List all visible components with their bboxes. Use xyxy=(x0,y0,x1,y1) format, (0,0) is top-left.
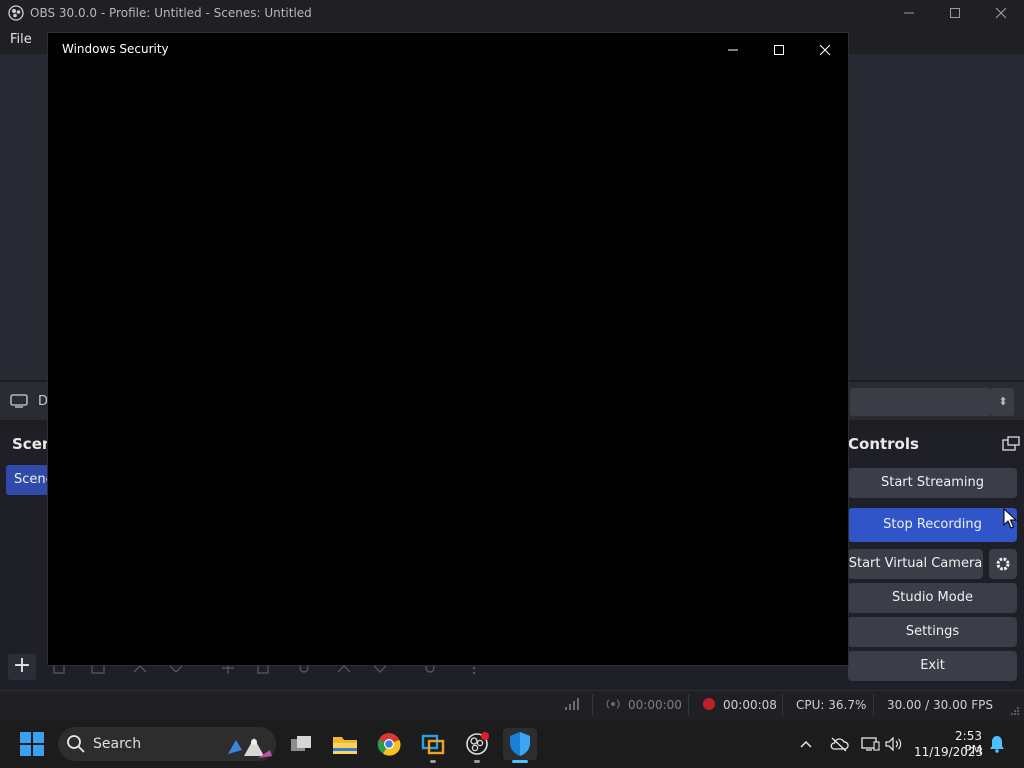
notification-button[interactable] xyxy=(986,734,1008,754)
windows-security-dialog[interactable] xyxy=(47,32,849,666)
windows-security-icon xyxy=(510,732,530,756)
search-label: Search xyxy=(93,736,142,752)
chevron-up-icon xyxy=(800,740,812,748)
dialog-title: Windows Security xyxy=(62,42,169,56)
cloud-offline-icon xyxy=(830,737,849,752)
status-separator xyxy=(782,694,783,716)
menu-file[interactable]: File xyxy=(10,32,32,47)
scene-list-item[interactable]: Scene xyxy=(6,465,50,495)
signal-strength-icon xyxy=(565,698,579,710)
display-capture-icon xyxy=(10,394,28,408)
recording-indicator-icon xyxy=(703,698,715,710)
stop-recording-button[interactable]: Stop Recording xyxy=(848,508,1017,542)
maximize-button[interactable] xyxy=(932,0,978,26)
dialog-maximize-button[interactable] xyxy=(756,36,802,64)
taskbar-file-explorer[interactable] xyxy=(328,728,362,760)
file-explorer-icon xyxy=(333,737,357,754)
bell-icon xyxy=(990,736,1004,753)
chrome-icon xyxy=(377,733,401,756)
speaker-icon xyxy=(885,736,902,752)
add-scene-button[interactable]: + xyxy=(8,654,36,680)
window-title: OBS 30.0.0 - Profile: Untitled - Scenes:… xyxy=(30,6,312,20)
virtual-camera-settings-button[interactable] xyxy=(989,549,1017,579)
desktop: OBS 30.0.0 - Profile: Untitled - Scenes:… xyxy=(0,0,1024,768)
source-property-select[interactable] xyxy=(850,388,992,416)
active-app-indicator xyxy=(512,760,528,763)
chevron-updown-icon[interactable]: ⬍ xyxy=(992,388,1014,416)
close-button[interactable] xyxy=(978,0,1024,26)
settings-button[interactable]: Settings xyxy=(848,617,1017,647)
clock-date[interactable]: 11/19/2023 xyxy=(914,745,983,759)
tray-network[interactable] xyxy=(859,734,881,754)
obs-titlebar[interactable]: OBS 30.0.0 - Profile: Untitled - Scenes:… xyxy=(0,0,1024,26)
status-separator xyxy=(592,694,593,716)
dialog-minimize-button[interactable] xyxy=(710,36,756,64)
tray-onedrive[interactable] xyxy=(828,734,850,754)
maximize-icon xyxy=(950,8,960,18)
close-icon xyxy=(995,7,1007,19)
taskbar-chrome[interactable] xyxy=(372,728,406,760)
taskbar-obs[interactable] xyxy=(460,728,494,760)
obs-icon xyxy=(466,732,489,755)
controls-dock-header: Controls xyxy=(848,435,919,453)
studio-mode-button[interactable]: Studio Mode xyxy=(848,583,1017,613)
start-streaming-button[interactable]: Start Streaming xyxy=(848,468,1017,498)
running-indicator xyxy=(430,760,436,763)
obs-logo-icon xyxy=(8,5,24,21)
taskbar-remote-app[interactable] xyxy=(416,728,450,760)
search-highlight-icon xyxy=(228,738,272,758)
taskbar-task-view[interactable] xyxy=(284,728,318,760)
resize-grip-icon[interactable] xyxy=(1010,706,1020,716)
status-separator xyxy=(873,694,874,716)
minimize-button[interactable] xyxy=(886,0,932,26)
dialog-close-button[interactable] xyxy=(802,36,848,64)
maximize-icon xyxy=(774,45,784,55)
tray-volume[interactable] xyxy=(883,734,905,754)
remote-desktop-icon xyxy=(421,734,445,755)
fps-readout: 30.00 / 30.00 FPS xyxy=(887,698,993,712)
status-bar xyxy=(0,690,1024,720)
streaming-status-icon xyxy=(606,699,620,709)
record-duration: 00:00:08 xyxy=(723,698,777,712)
status-separator xyxy=(688,694,689,716)
stream-duration: 00:00:00 xyxy=(628,698,682,712)
undock-icon[interactable] xyxy=(1002,436,1020,452)
taskbar-windows-security[interactable] xyxy=(503,728,537,760)
mouse-cursor-icon xyxy=(1003,508,1017,529)
windows-start-icon[interactable] xyxy=(18,730,46,758)
close-icon xyxy=(819,44,831,56)
tray-overflow-button[interactable] xyxy=(795,734,817,754)
network-icon xyxy=(861,737,880,751)
start-virtual-camera-button[interactable]: Start Virtual Camera xyxy=(848,549,983,579)
search-icon xyxy=(67,735,85,753)
minimize-icon xyxy=(728,49,738,51)
task-view-icon xyxy=(291,736,311,751)
minimize-icon xyxy=(904,12,914,14)
exit-button[interactable]: Exit xyxy=(848,651,1017,681)
cpu-usage: CPU: 36.7% xyxy=(796,698,867,712)
running-indicator xyxy=(474,760,480,763)
plus-icon: + xyxy=(12,653,32,678)
gear-icon xyxy=(996,557,1010,571)
